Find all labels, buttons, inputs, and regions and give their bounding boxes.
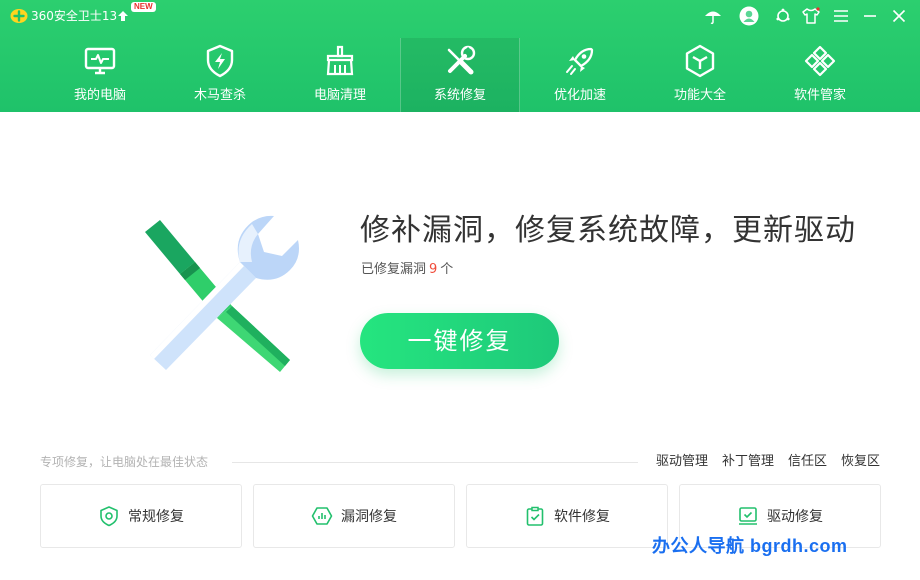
skin-umbrella-button[interactable]: [703, 6, 723, 26]
repaired-prefix: 已修复漏洞: [361, 262, 427, 277]
close-button[interactable]: [889, 6, 909, 26]
menu-icon: [834, 10, 848, 22]
repaired-suffix: 个: [440, 262, 454, 277]
card-label: 常规修复: [128, 509, 184, 525]
nav-item-system-repair[interactable]: 系统修复: [400, 38, 520, 112]
nav-item-my-computer[interactable]: 我的电脑: [40, 38, 160, 112]
header: 360安全卫士13 NEW 我的电脑 木马查杀 电脑清理 系统修复 优化加速 功…: [0, 0, 920, 112]
nav-label: 系统修复: [433, 88, 486, 103]
close-icon: [892, 9, 906, 23]
shield-icon: [100, 506, 118, 527]
title-bar[interactable]: 360安全卫士13 NEW: [0, 0, 920, 32]
avatar-icon: [739, 6, 759, 26]
card-label: 驱动修复: [767, 509, 823, 525]
patch-manager-link[interactable]: 补丁管理: [722, 453, 774, 471]
driver-manager-link[interactable]: 驱动管理: [656, 453, 708, 471]
new-badge: NEW: [131, 2, 156, 12]
repaired-count: 9: [429, 262, 438, 277]
hexagon-chart-icon: [311, 507, 333, 525]
mini-mode-button[interactable]: [773, 6, 793, 26]
umbrella-icon: [705, 11, 721, 25]
rocket-icon: [566, 47, 594, 75]
upgrade-arrow-icon[interactable]: [117, 10, 129, 22]
nav-label: 软件管家: [793, 88, 846, 103]
main-nav: 我的电脑 木马查杀 电脑清理 系统修复 优化加速 功能大全 软件管家: [40, 38, 880, 112]
card-label: 漏洞修复: [341, 509, 397, 525]
nav-label: 功能大全: [673, 88, 726, 103]
trust-zone-link[interactable]: 信任区: [788, 453, 827, 471]
repair-tools-illustration: [145, 215, 299, 372]
nav-item-features[interactable]: 功能大全: [640, 38, 760, 112]
minimize-button[interactable]: [860, 6, 880, 26]
wrench-screwdriver-icon: [447, 45, 476, 75]
tshirt-icon: [802, 7, 820, 24]
card-software-repair[interactable]: 软件修复: [466, 484, 668, 548]
nav-item-trojan-scan[interactable]: 木马查杀: [160, 38, 280, 112]
user-avatar-button[interactable]: [739, 6, 759, 26]
cube-icon: [685, 44, 715, 78]
app-logo-icon: [10, 9, 28, 23]
minimize-icon: [864, 15, 876, 17]
device-icon: [739, 507, 757, 525]
nav-item-cleanup[interactable]: 电脑清理: [280, 38, 400, 112]
shield-bolt-icon: [206, 44, 234, 78]
nav-item-optimize[interactable]: 优化加速: [520, 38, 640, 112]
repaired-count-text: 已修复漏洞 9 个: [361, 261, 453, 279]
watermark: 办公人导航 bgrdh.com: [652, 536, 848, 556]
nav-label: 电脑清理: [313, 88, 366, 103]
section-links: 驱动管理 补丁管理 信任区 恢复区: [656, 453, 880, 471]
section-divider: [232, 462, 638, 463]
refresh-circle-icon: [776, 8, 790, 22]
card-vulnerability-repair[interactable]: 漏洞修复: [253, 484, 455, 548]
broom-icon: [326, 45, 354, 76]
app-title: 360安全卫士13: [31, 9, 118, 23]
nav-item-software-manager[interactable]: 软件管家: [760, 38, 880, 112]
hero-title: 修补漏洞，修复系统故障，更新驱动: [360, 213, 856, 248]
nav-label: 优化加速: [553, 88, 606, 103]
section-label: 专项修复，让电脑处在最佳状态: [40, 455, 209, 469]
card-regular-repair[interactable]: 常规修复: [40, 484, 242, 548]
skin-button[interactable]: [801, 6, 821, 26]
card-label: 软件修复: [554, 509, 610, 525]
recovery-zone-link[interactable]: 恢复区: [841, 453, 880, 471]
nav-label: 我的电脑: [73, 88, 126, 103]
main-menu-button[interactable]: [831, 6, 851, 26]
one-click-repair-button[interactable]: 一键修复: [360, 313, 559, 369]
nav-label: 木马查杀: [193, 88, 246, 103]
clipboard-check-icon: [526, 506, 544, 526]
monitor-icon: [84, 47, 116, 75]
apps-icon: [804, 45, 836, 77]
